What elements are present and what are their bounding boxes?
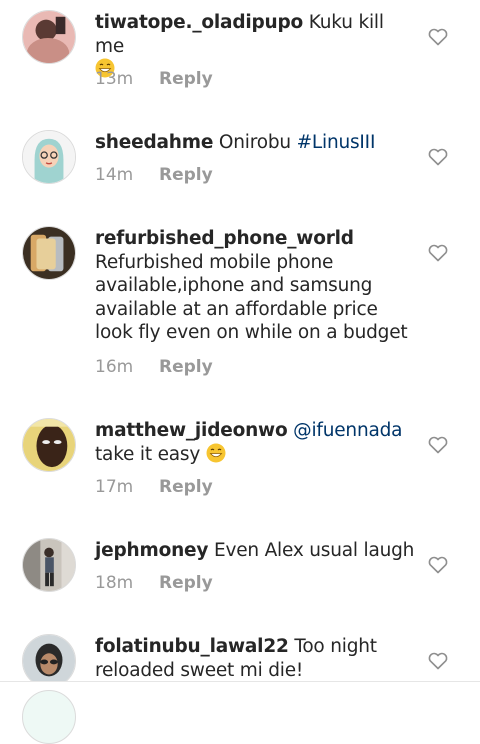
reply-button[interactable]: Reply	[159, 165, 213, 185]
heart-outline-icon[interactable]	[428, 652, 448, 670]
avatar[interactable]	[22, 10, 76, 64]
reply-button[interactable]: Reply	[159, 477, 213, 497]
comment-username[interactable]: matthew_jideonwo	[95, 420, 288, 441]
comment-username[interactable]: jephmoney	[95, 540, 208, 561]
reply-button[interactable]: Reply	[159, 69, 213, 89]
comment-text: jephmoney Even Alex usual laugh	[95, 539, 415, 563]
avatar[interactable]	[22, 418, 76, 472]
comment-meta: 17m Reply	[95, 477, 213, 497]
reply-button[interactable]: Reply	[159, 357, 213, 377]
comment-time: 17m	[95, 477, 134, 497]
comment-time: 13m	[95, 69, 134, 89]
comment-meta: 14m Reply	[95, 165, 213, 185]
avatar[interactable]	[22, 634, 76, 688]
comment-username[interactable]: refurbished_phone_world	[95, 228, 354, 249]
comment-text: folatinubu_lawal22 Too night reloaded sw…	[95, 635, 415, 682]
comment-time: 16m	[95, 357, 134, 377]
reply-button[interactable]: Reply	[159, 573, 213, 593]
heart-outline-icon[interactable]	[428, 28, 448, 46]
comment-username[interactable]: folatinubu_lawal22	[95, 636, 289, 657]
heart-outline-icon[interactable]	[428, 436, 448, 454]
comment-time: 14m	[95, 165, 134, 185]
comment-meta: 16m Reply	[95, 357, 213, 377]
comment-text: refurbished_phone_world Refurbished mobi…	[95, 227, 415, 345]
heart-outline-icon[interactable]	[428, 148, 448, 166]
comment-username[interactable]: tiwatope._oladipupo	[95, 12, 303, 33]
comment-text: sheedahme Onirobu #LinusIII	[95, 131, 415, 155]
comment-body: take it easy	[95, 443, 201, 465]
comment-body: Even Alex usual laugh	[213, 540, 415, 561]
grinning-face-emoji	[206, 443, 226, 462]
comment-body: Refurbished mobile phone available,iphon…	[95, 251, 408, 344]
comment-body: Onirobu	[218, 132, 291, 153]
avatar[interactable]	[22, 130, 76, 184]
mention-link[interactable]: @ifuennada	[293, 420, 402, 441]
comment-meta: 18m Reply	[95, 573, 213, 593]
avatar[interactable]	[22, 538, 76, 592]
heart-outline-icon[interactable]	[428, 556, 448, 574]
comment-text: matthew_jideonwo @ifuennada take it easy	[95, 419, 415, 466]
comment-text: tiwatope._oladipupo Kuku kill me	[95, 11, 415, 82]
comment-meta: 13m Reply	[95, 69, 213, 89]
comment-time: 18m	[95, 573, 134, 593]
hashtag-link[interactable]: #LinusIII	[297, 132, 376, 153]
avatar[interactable]	[22, 226, 76, 280]
heart-outline-icon[interactable]	[428, 244, 448, 262]
comment-username[interactable]: sheedahme	[95, 132, 213, 153]
avatar	[22, 690, 76, 744]
